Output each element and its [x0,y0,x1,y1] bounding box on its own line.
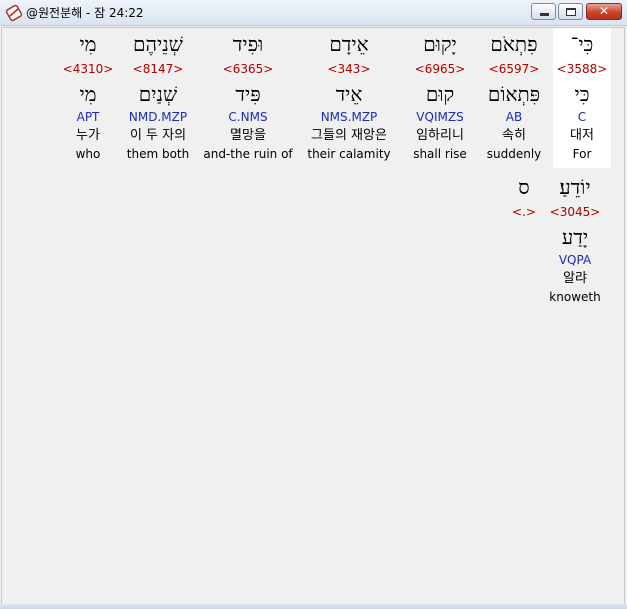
hebrew-word: ס [518,175,530,199]
maximize-button[interactable] [558,3,583,20]
minimize-icon [540,13,549,16]
strong-number[interactable]: <4310> [28,62,148,76]
window-title: @원전분해 - 잠 24:22 [26,6,144,20]
morphology-code: VQPA [558,253,592,267]
close-icon: ✕ [598,4,610,18]
morphology-code: APT [76,110,100,124]
window-bottom-border [0,604,627,609]
english-gloss: knoweth [549,290,601,304]
close-button[interactable]: ✕ [586,3,622,20]
korean-gloss: 누가 [76,128,100,143]
hebrew-lemma: יָדַע [561,225,589,249]
korean-gloss: 알랴 [563,271,587,286]
interlinear-panel: כִּי־ <3588> כִּי C 대저 For פִתְאֹם <6597… [1,27,625,605]
maximize-icon [566,8,576,16]
minimize-button[interactable] [531,3,556,20]
english-gloss: who [75,147,101,161]
title-bar: @원전분해 - 잠 24:22 ✕ [0,0,627,26]
hebrew-word: מִי [79,32,97,56]
app-icon [5,4,23,22]
hebrew-lemma: מִי [79,82,97,106]
strong-number[interactable]: <.> [464,205,584,219]
